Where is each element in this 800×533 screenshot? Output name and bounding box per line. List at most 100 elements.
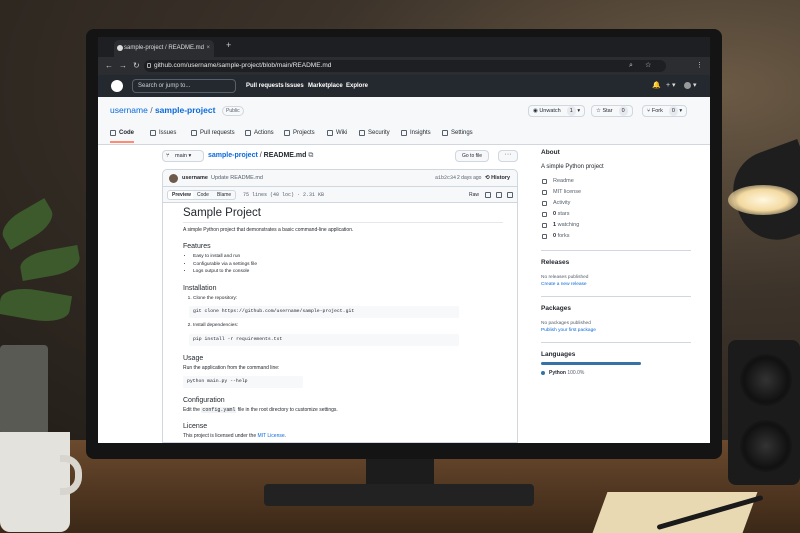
repo-title-separator: / xyxy=(150,105,153,115)
license-heading: License xyxy=(183,422,208,430)
nav-issues[interactable]: Issues xyxy=(285,75,304,97)
go-to-file-button[interactable]: Go to file xyxy=(455,150,490,162)
usage-heading: Usage xyxy=(183,354,204,362)
close-tab-icon[interactable]: × xyxy=(206,40,210,57)
tab-actions[interactable]: Actions xyxy=(245,125,274,141)
divider xyxy=(541,296,691,297)
license-link[interactable]: MIT license xyxy=(541,187,691,198)
list-item: Easy to install and run xyxy=(193,253,503,261)
repo-tabs: Code Issues Pull requests Actions Projec… xyxy=(98,125,710,145)
watching-link[interactable]: 1 watching xyxy=(541,220,691,231)
notifications-icon[interactable]: 🔔 xyxy=(652,75,661,97)
browser-menu-icon[interactable]: ⋮ xyxy=(696,57,703,75)
avatar xyxy=(169,174,178,183)
breadcrumb-repo-link[interactable]: sample-project xyxy=(208,152,258,159)
repo-header: username / sample-project Public ◉ Unwat… xyxy=(98,97,710,145)
book-icon xyxy=(542,179,547,184)
list-item: Configurable via a settings file xyxy=(193,261,503,269)
releases-heading[interactable]: Releases xyxy=(541,259,691,266)
zoom-icon[interactable]: ⌕ xyxy=(629,57,633,75)
tab-pull-requests[interactable]: Pull requests xyxy=(191,125,235,141)
tab-insights[interactable]: Insights xyxy=(401,125,431,141)
packages-heading[interactable]: Packages xyxy=(541,305,691,312)
issues-icon xyxy=(150,130,156,136)
list-item: Install dependencies: xyxy=(193,322,503,330)
nav-marketplace[interactable]: Marketplace xyxy=(308,75,343,97)
unwatch-button[interactable]: ◉ Unwatch 1 ▾ xyxy=(528,105,586,117)
browser-toolbar: ← → ↻ github.com/username/sample-project… xyxy=(98,57,710,75)
license-text: This project is licensed under the MIT L… xyxy=(183,432,287,439)
gear-icon xyxy=(442,130,448,136)
speaker xyxy=(728,340,800,485)
nav-pull-requests[interactable]: Pull requests xyxy=(246,75,284,97)
forks-link[interactable]: 0 forks xyxy=(541,231,691,242)
commit-author[interactable]: username xyxy=(182,170,208,187)
languages-heading: Languages xyxy=(541,351,576,358)
chevron-down-icon: ▾ xyxy=(692,82,697,89)
search-input[interactable]: Search or jump to... xyxy=(132,79,236,93)
bookmark-star-icon[interactable]: ☆ xyxy=(645,57,651,75)
language-bar xyxy=(541,362,641,365)
divider xyxy=(541,250,691,251)
fork-button[interactable]: ⑂ Fork 0 ▾ xyxy=(642,105,688,117)
blame-toggle[interactable]: Blame xyxy=(213,190,237,200)
commit-message[interactable]: Update README.md xyxy=(211,170,263,187)
license-link[interactable]: MIT License xyxy=(257,433,284,439)
watch-count: 1 xyxy=(566,106,576,116)
usage-text: Run the application from the command lin… xyxy=(183,364,280,371)
tab-wiki[interactable]: Wiki xyxy=(327,125,347,141)
create-new-icon[interactable]: + ▾ xyxy=(666,75,676,97)
forward-icon[interactable]: → xyxy=(119,57,127,75)
new-tab-button[interactable]: + xyxy=(226,40,231,50)
raw-button[interactable]: Raw xyxy=(469,190,479,200)
eye-icon xyxy=(542,223,547,228)
pulse-icon xyxy=(542,201,547,206)
star-count: 0 xyxy=(618,106,628,116)
tab-code[interactable]: Code xyxy=(110,125,134,143)
commit-sha[interactable]: a1b2c34 xyxy=(435,170,456,187)
reload-icon[interactable]: ↻ xyxy=(133,57,140,75)
code-block[interactable]: python main.py --help xyxy=(183,375,303,388)
tab-issues[interactable]: Issues xyxy=(150,125,176,141)
copy-path-icon[interactable]: ⧉ xyxy=(308,152,313,159)
tab-settings[interactable]: Settings xyxy=(442,125,473,141)
stars-link[interactable]: 0 stars xyxy=(541,209,691,220)
browser-tab[interactable]: sample-project / README.md × xyxy=(114,40,214,57)
star-button[interactable]: ☆ Star 0 xyxy=(591,105,633,117)
back-icon[interactable]: ← xyxy=(105,57,113,75)
fork-icon xyxy=(542,234,547,239)
language-python[interactable]: Python 100.0% xyxy=(541,370,691,376)
tab-projects[interactable]: Projects xyxy=(284,125,315,141)
publish-package-link[interactable]: Publish your first package xyxy=(541,327,691,334)
create-release-link[interactable]: Create a new release xyxy=(541,281,691,288)
branch-selector[interactable]: main ▾ xyxy=(162,150,204,162)
code-toggle[interactable]: Code xyxy=(193,190,214,200)
features-list: Easy to install and run Configurable via… xyxy=(183,253,503,276)
expand-icon[interactable] xyxy=(507,192,513,198)
latest-commit: username Update README.md a1b2c34 2 days… xyxy=(162,169,518,187)
star-icon xyxy=(542,212,547,217)
code-block[interactable]: pip install -r requirements.txt xyxy=(189,333,459,346)
language-bar-track xyxy=(541,362,641,365)
repo-name-link[interactable]: sample-project xyxy=(155,105,215,115)
github-logo-icon[interactable] xyxy=(111,80,123,92)
history-button[interactable]: ⟲ History xyxy=(485,170,510,187)
activity-link[interactable]: Activity xyxy=(541,198,691,209)
readme-intro: A simple Python project that demonstrate… xyxy=(183,227,354,233)
preview-toggle[interactable]: Preview xyxy=(167,190,196,200)
nav-explore[interactable]: Explore xyxy=(346,75,368,97)
repo-owner-link[interactable]: username xyxy=(110,105,148,115)
address-bar[interactable]: github.com/username/sample-project/blob/… xyxy=(144,60,666,72)
projects-icon xyxy=(284,130,290,136)
copy-icon[interactable] xyxy=(485,192,491,198)
code-block[interactable]: git clone https://github.com/username/sa… xyxy=(189,306,459,318)
download-icon[interactable] xyxy=(496,192,502,198)
readme-link[interactable]: Readme xyxy=(541,176,691,187)
user-avatar-menu[interactable]: ▾ xyxy=(684,75,696,97)
language-color-dot xyxy=(541,371,545,375)
tab-security[interactable]: Security xyxy=(359,125,390,141)
github-tab-icon xyxy=(117,45,123,51)
breadcrumb-filename: README.md xyxy=(263,152,307,159)
scale-icon xyxy=(542,190,547,195)
more-options-button[interactable]: ··· xyxy=(498,150,518,162)
